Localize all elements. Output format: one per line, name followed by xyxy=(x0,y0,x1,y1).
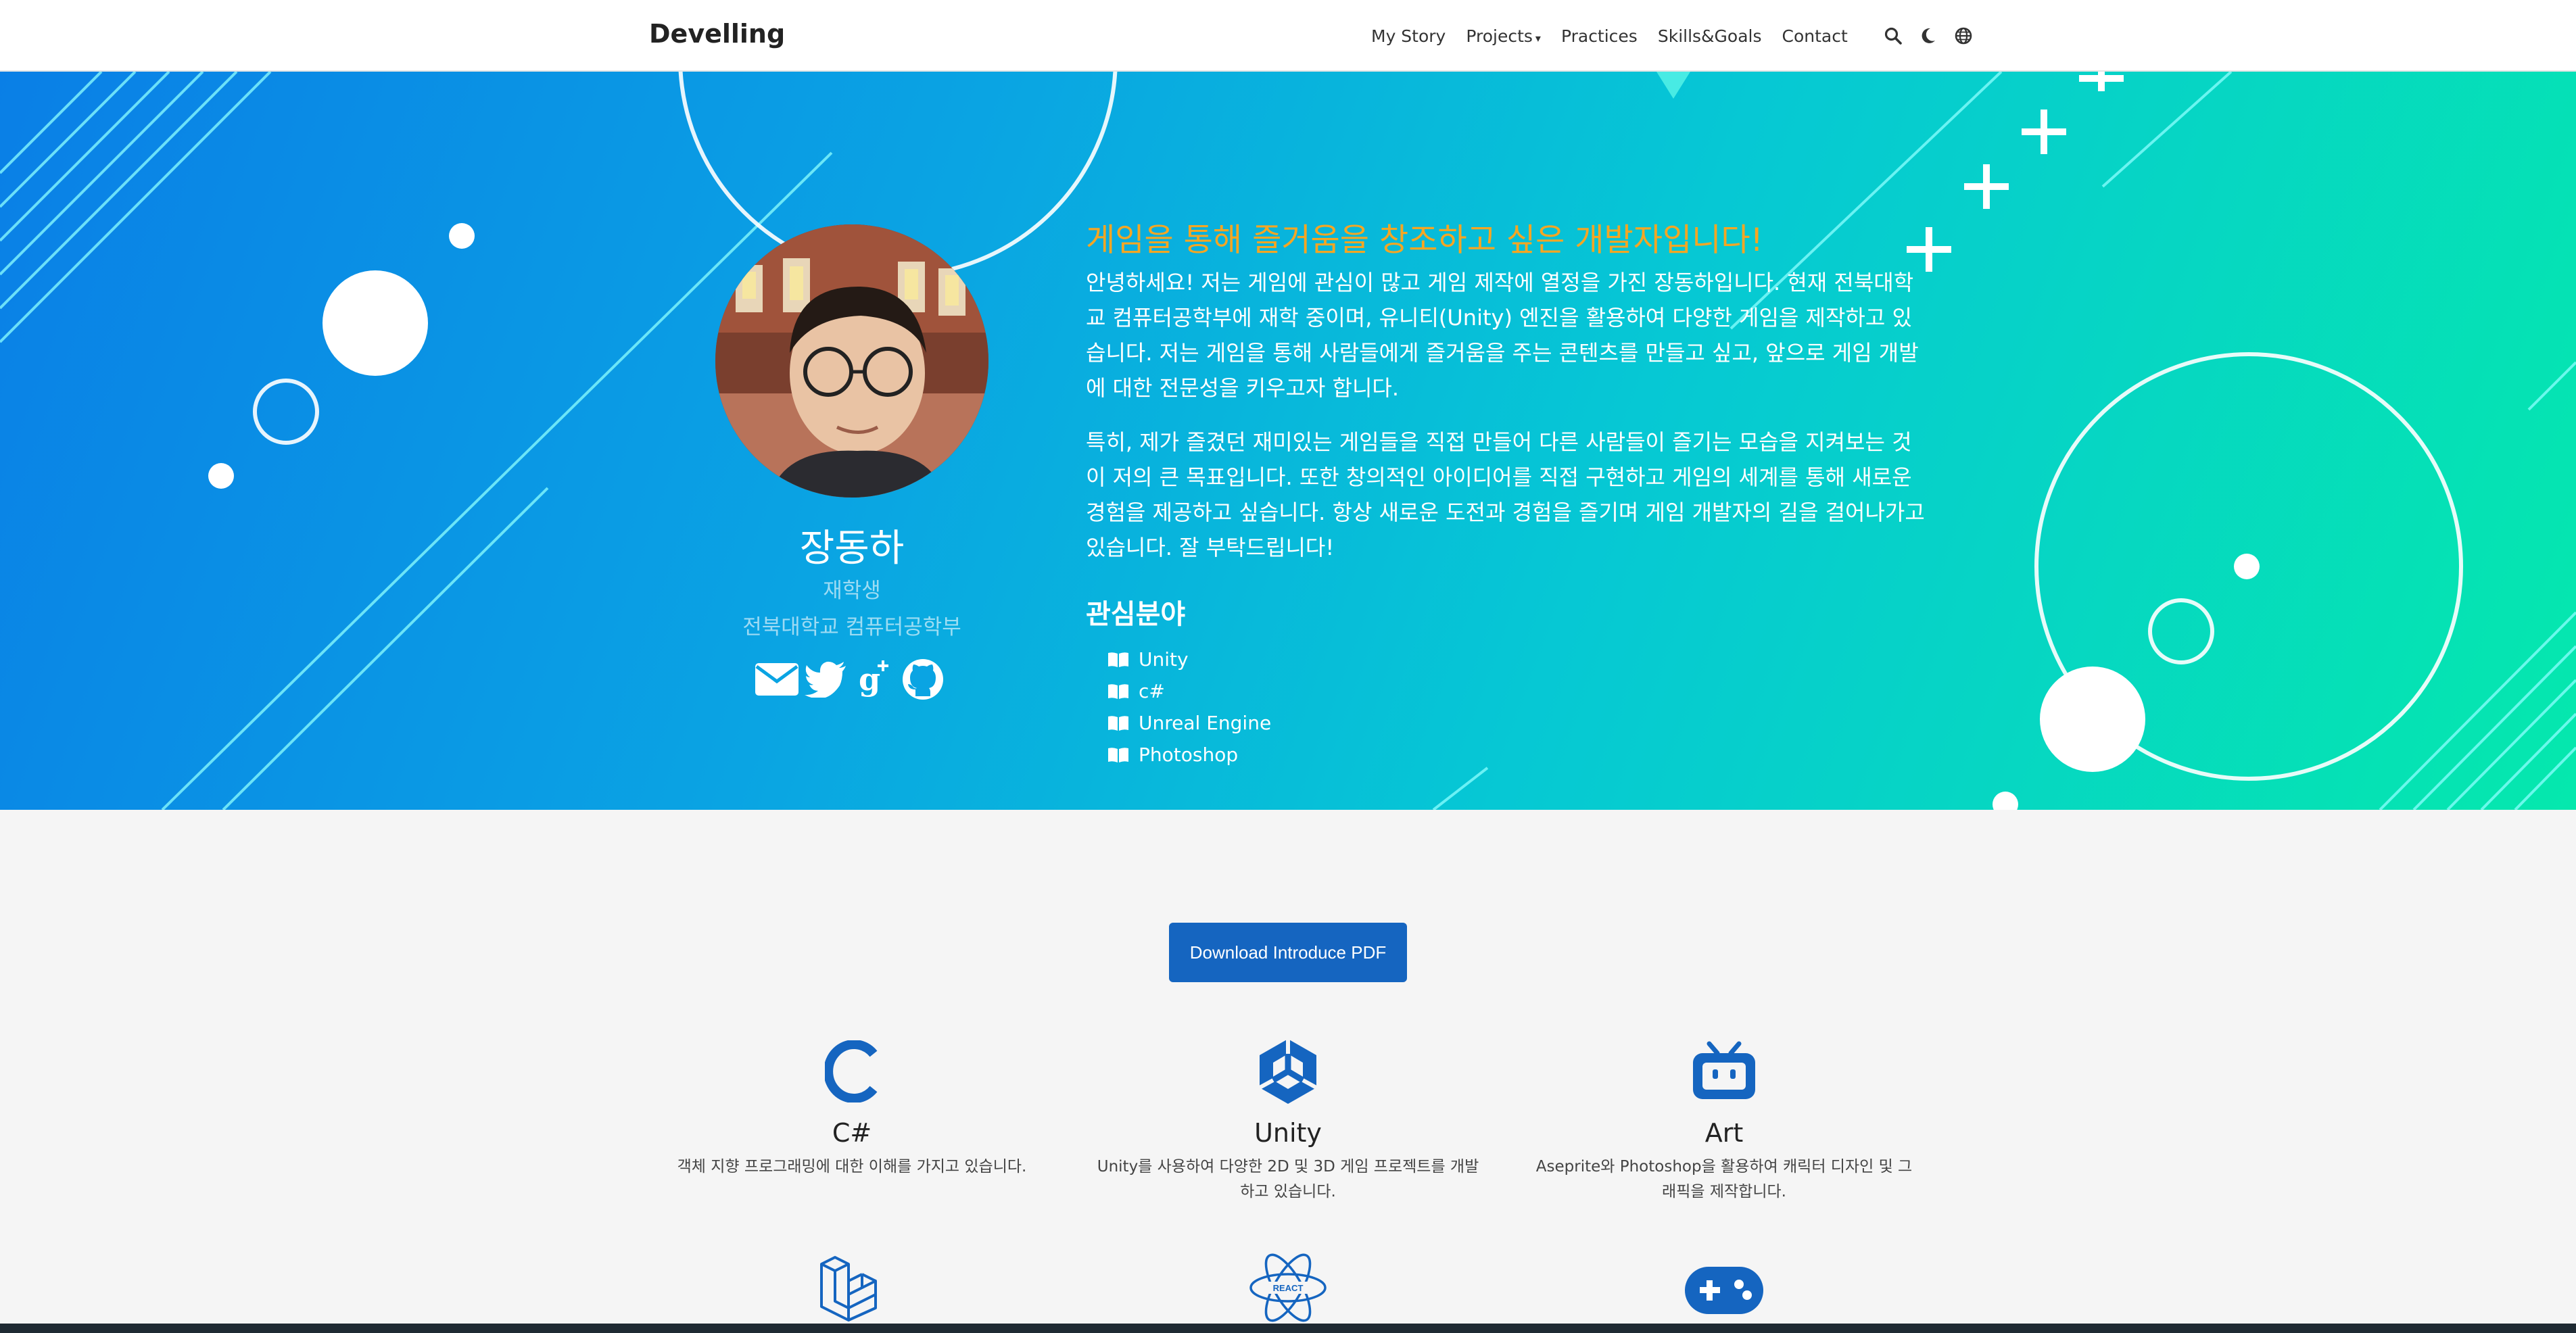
interest-item: Photoshop xyxy=(1107,739,1271,771)
tv-robot-icon xyxy=(1521,1034,1927,1109)
book-icon xyxy=(1108,747,1128,762)
skill-description: Aseprite와 Photoshop을 활용하여 캐릭터 디자인 및 그래픽을… xyxy=(1535,1158,1913,1201)
brand-logo[interactable]: Develling xyxy=(649,19,785,49)
profile-school: 전북대학교 컴퓨터공학부 xyxy=(742,615,961,639)
hero-section: 장동하 재학생 전북대학교 컴퓨터공학부 g 게임을 통해 즐거움을 창조하고 … xyxy=(0,72,2576,810)
search-icon[interactable] xyxy=(1883,26,1903,46)
globe-icon[interactable] xyxy=(1953,26,1974,46)
taskbar xyxy=(0,1324,2576,1333)
laravel-icon xyxy=(649,1251,1055,1325)
book-icon xyxy=(1108,652,1128,667)
skill-card-art: Art Aseprite와 Photoshop을 활용하여 캐릭터 디자인 및 … xyxy=(1521,1034,1927,1205)
interests-list: Unity c# Unreal Engine Photoshop xyxy=(1107,644,1271,771)
envelope-icon[interactable] xyxy=(755,657,799,702)
interest-label: c# xyxy=(1139,680,1165,702)
interest-label: Unreal Engine xyxy=(1139,712,1272,734)
svg-text:g: g xyxy=(859,661,880,698)
nav-link-projects-label: Projects xyxy=(1466,26,1533,46)
nav-link-practices[interactable]: Practices xyxy=(1561,26,1638,46)
skill-card-gamepad xyxy=(1521,1251,1927,1325)
skill-description: Unity를 사용하여 다양한 2D 및 3D 게임 프로젝트를 개발하고 있습… xyxy=(1097,1158,1479,1201)
react-icon: REACT xyxy=(1085,1251,1491,1325)
skill-card-react: REACT xyxy=(1085,1251,1491,1325)
gamepad-icon xyxy=(1521,1251,1927,1325)
interest-item: Unreal Engine xyxy=(1107,707,1271,739)
unity-icon xyxy=(1085,1034,1491,1109)
nav-link-skills-goals[interactable]: Skills&Goals xyxy=(1658,26,1762,46)
navbar: Develling My Story Projects ▾ Practices S… xyxy=(0,0,2576,72)
csharp-c-icon xyxy=(649,1034,1055,1109)
nav-link-contact[interactable]: Contact xyxy=(1782,26,1848,46)
nav-links: My Story Projects ▾ Practices Skills&Goal… xyxy=(1371,0,1974,72)
skill-title: Art xyxy=(1704,1118,1744,1148)
book-icon xyxy=(1108,683,1128,699)
interest-item: c# xyxy=(1107,675,1271,707)
skill-card-unity: Unity Unity를 사용하여 다양한 2D 및 3D 게임 프로젝트를 개… xyxy=(1085,1034,1491,1205)
google-plus-icon[interactable]: g xyxy=(852,657,897,702)
nav-link-my-story[interactable]: My Story xyxy=(1371,26,1446,46)
twitter-icon[interactable] xyxy=(803,657,848,702)
interest-label: Unity xyxy=(1139,648,1189,671)
intro-paragraph-2: 특히, 제가 즐겼던 재미있는 게임들을 직접 만들어 다른 사람들이 즐기는 … xyxy=(1086,429,1925,560)
skill-title: Unity xyxy=(1254,1118,1322,1148)
intro-headline: 게임을 통해 즐거움을 창조하고 싶은 개발자입니다! xyxy=(1086,222,1763,259)
profile-name: 장동하 xyxy=(799,527,905,571)
download-pdf-button[interactable]: Download Introduce PDF xyxy=(1169,923,1407,982)
interest-item: Unity xyxy=(1107,644,1271,675)
skill-card-laravel xyxy=(649,1251,1055,1325)
caret-down-icon: ▾ xyxy=(1535,31,1541,45)
social-links: g xyxy=(755,657,949,702)
avatar-photo xyxy=(715,224,988,498)
nav-link-projects[interactable]: Projects ▾ xyxy=(1466,26,1541,46)
skill-title: C# xyxy=(832,1118,872,1148)
github-icon[interactable] xyxy=(901,657,945,702)
profile-avatar xyxy=(715,224,988,498)
interest-label: Photoshop xyxy=(1139,744,1239,766)
intro-paragraph-1: 안녕하세요! 저는 게임에 관심이 많고 게임 제작에 열정을 가진 장동하입니… xyxy=(1086,270,1919,401)
react-icon-label: REACT xyxy=(1273,1283,1304,1293)
book-icon xyxy=(1108,715,1128,731)
skill-description: 객체 지향 프로그래밍에 대한 이해를 가지고 있습니다. xyxy=(677,1158,1027,1176)
interests-title: 관심분야 xyxy=(1086,599,1186,630)
skill-card-csharp: C# 객체 지향 프로그래밍에 대한 이해를 가지고 있습니다. xyxy=(649,1034,1055,1180)
moon-icon[interactable] xyxy=(1918,26,1938,46)
profile-role: 재학생 xyxy=(823,579,881,603)
